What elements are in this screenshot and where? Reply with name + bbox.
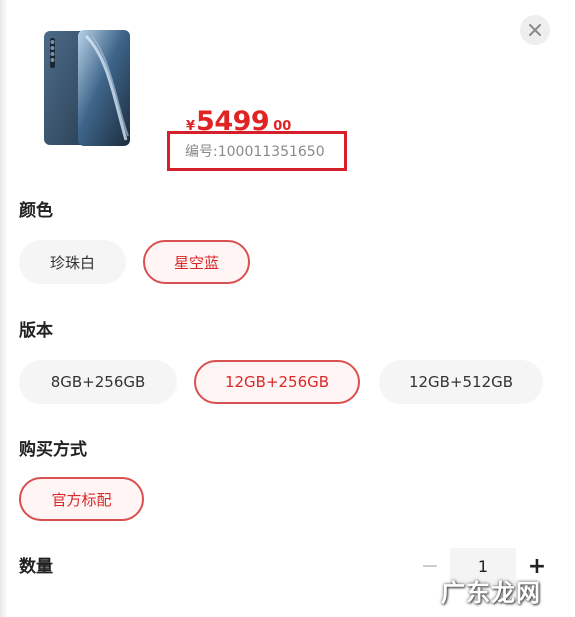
- option-label: 官方标配: [51, 490, 112, 509]
- option-label: 8GB+256GB: [50, 373, 146, 391]
- sheet-edge-shadow: [0, 0, 8, 617]
- quantity-title: 数量: [19, 557, 53, 577]
- product-options-sheet: ¥ 5499 00 编号:100011351650 颜色 珍珠白 星空蓝 版本 …: [0, 0, 575, 617]
- option-label: 12GB+256GB: [224, 373, 330, 391]
- option-label: 12GB+512GB: [408, 373, 514, 391]
- option-label: 星空蓝: [173, 253, 219, 272]
- version-option-12-512[interactable]: 12GB+512GB: [379, 360, 543, 404]
- product-thumbnail: [44, 30, 130, 146]
- watermark: 广东龙网: [441, 579, 541, 607]
- close-icon: [529, 24, 541, 36]
- color-option-pearl-white[interactable]: 珍珠白: [19, 240, 126, 284]
- version-option-12-256[interactable]: 12GB+256GB: [194, 360, 360, 404]
- color-section-title: 颜色: [19, 201, 53, 221]
- color-option-starry-blue[interactable]: 星空蓝: [143, 240, 250, 284]
- minus-icon: −: [420, 553, 440, 579]
- option-label: 珍珠白: [49, 253, 95, 272]
- sku-number: 编号:100011351650: [185, 144, 325, 160]
- purchase-option-official-standard[interactable]: 官方标配: [19, 477, 144, 521]
- version-section-title: 版本: [19, 321, 53, 341]
- version-option-8-256[interactable]: 8GB+256GB: [19, 360, 177, 404]
- purchase-method-title: 购买方式: [19, 440, 87, 460]
- close-button[interactable]: [520, 15, 550, 45]
- quantity-decrease-button[interactable]: −: [419, 552, 441, 580]
- sku-highlight-box: 编号:100011351650: [167, 131, 347, 171]
